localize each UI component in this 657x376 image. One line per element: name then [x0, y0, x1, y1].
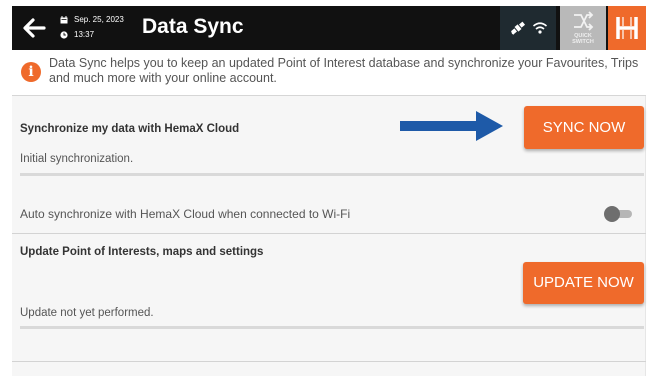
hema-logo	[608, 6, 646, 50]
back-arrow-icon[interactable]	[20, 14, 48, 42]
status-icons	[500, 6, 556, 50]
quick-switch-label: QUICK SWITCH	[572, 33, 594, 45]
auto-sync-label: Auto synchronize with HemaX Cloud when c…	[20, 207, 351, 221]
info-text: Data Sync helps you to keep an updated P…	[49, 56, 639, 85]
auto-sync-toggle[interactable]	[604, 206, 634, 222]
sync-progress-bar	[20, 173, 644, 176]
update-label: Update Point of Interests, maps and sett…	[20, 246, 264, 258]
page-title: Data Sync	[142, 15, 244, 38]
data-sync-screen: Sep. 25, 2023 13:37 Data Sync QUICK SWIT…	[12, 6, 646, 376]
toggle-knob	[604, 206, 620, 222]
sync-status: Initial synchronization.	[20, 153, 134, 165]
info-icon: i	[21, 62, 41, 82]
pointer-arrow-icon	[400, 111, 503, 141]
update-progress-bar	[20, 326, 644, 329]
divider	[12, 361, 646, 362]
gps-satellite-icon	[510, 21, 526, 35]
header-bar: Sep. 25, 2023 13:37 Data Sync QUICK SWIT…	[12, 6, 646, 50]
quick-switch-button[interactable]: QUICK SWITCH	[560, 6, 606, 50]
sync-now-button[interactable]: SYNC NOW	[524, 106, 644, 149]
date-time: Sep. 25, 2023 13:37	[60, 12, 124, 42]
info-banner: i Data Sync helps you to keep an updated…	[12, 50, 646, 96]
time-text: 13:37	[74, 30, 95, 39]
divider	[12, 233, 646, 234]
sync-label: Synchronize my data with HemaX Cloud	[20, 123, 240, 135]
date-text: Sep. 25, 2023	[74, 15, 124, 24]
clock-icon	[60, 30, 68, 39]
update-status: Update not yet performed.	[20, 307, 154, 319]
update-now-button[interactable]: UPDATE NOW	[523, 262, 644, 304]
shuffle-icon	[574, 11, 594, 31]
hema-h-logo-icon	[616, 17, 638, 39]
calendar-icon	[60, 15, 68, 23]
wifi-icon	[532, 22, 548, 34]
